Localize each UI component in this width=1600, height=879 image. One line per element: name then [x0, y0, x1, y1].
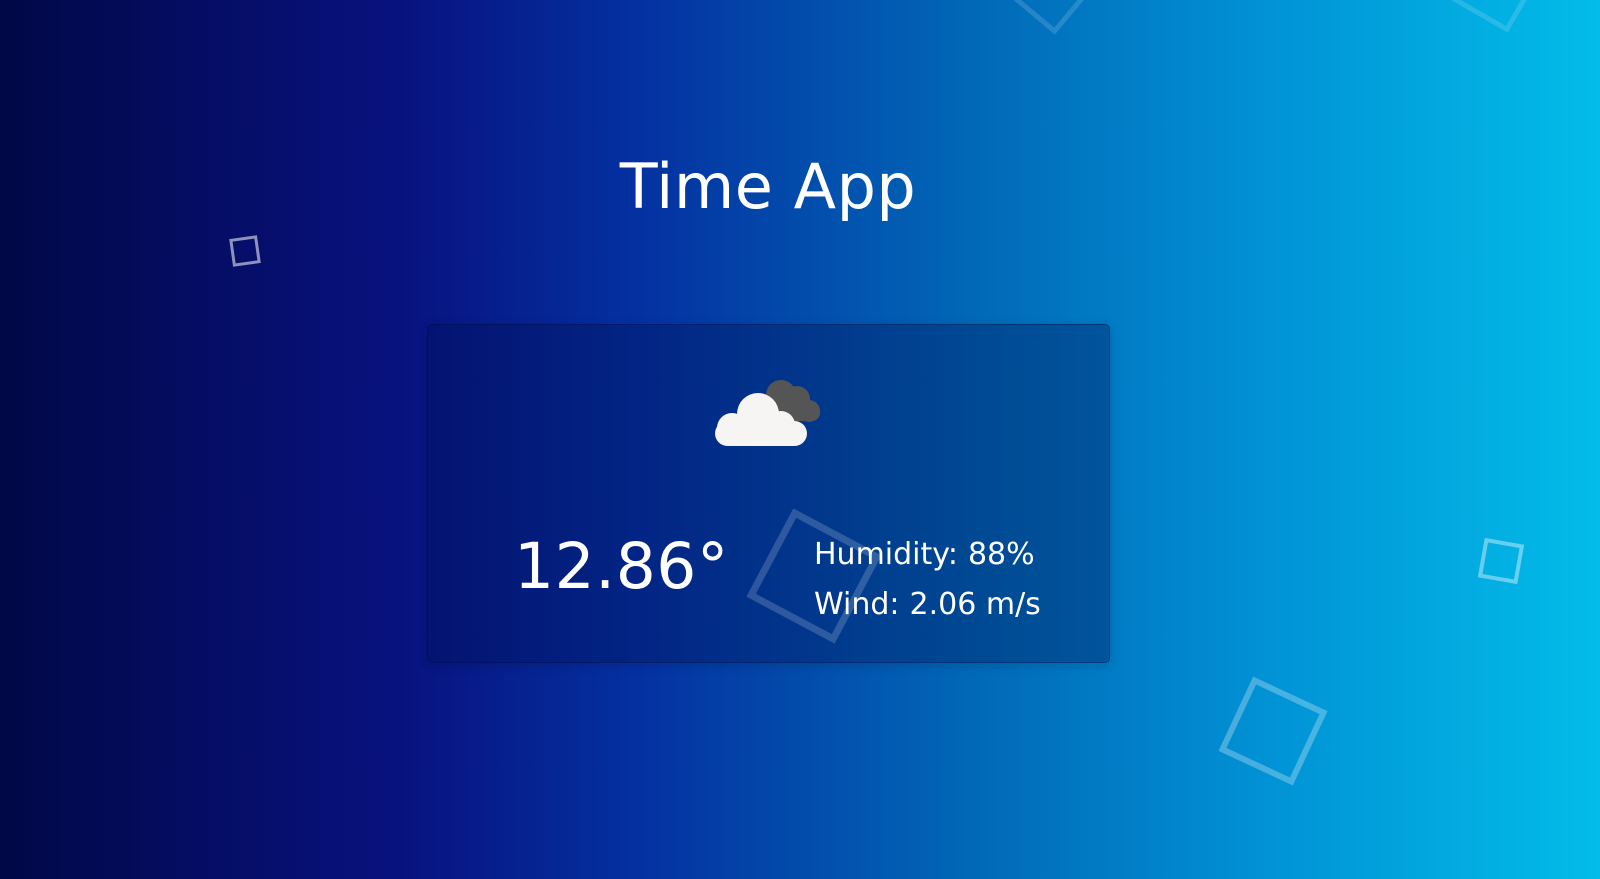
humidity-value: 88% — [967, 537, 1035, 572]
decorative-square — [1007, 0, 1095, 35]
wind-value: 2.06 m/s — [909, 587, 1041, 622]
app-title: Time App — [619, 150, 917, 223]
cloudy-icon — [712, 373, 828, 449]
decorative-square — [1447, 0, 1543, 33]
decorative-square — [1218, 676, 1328, 786]
temperature-value: 12.86° — [514, 530, 729, 603]
weather-card: 12.86° Humidity: 88% Wind: 2.06 m/s — [427, 324, 1110, 663]
decorative-square — [1477, 537, 1525, 585]
decorative-square — [229, 235, 261, 267]
